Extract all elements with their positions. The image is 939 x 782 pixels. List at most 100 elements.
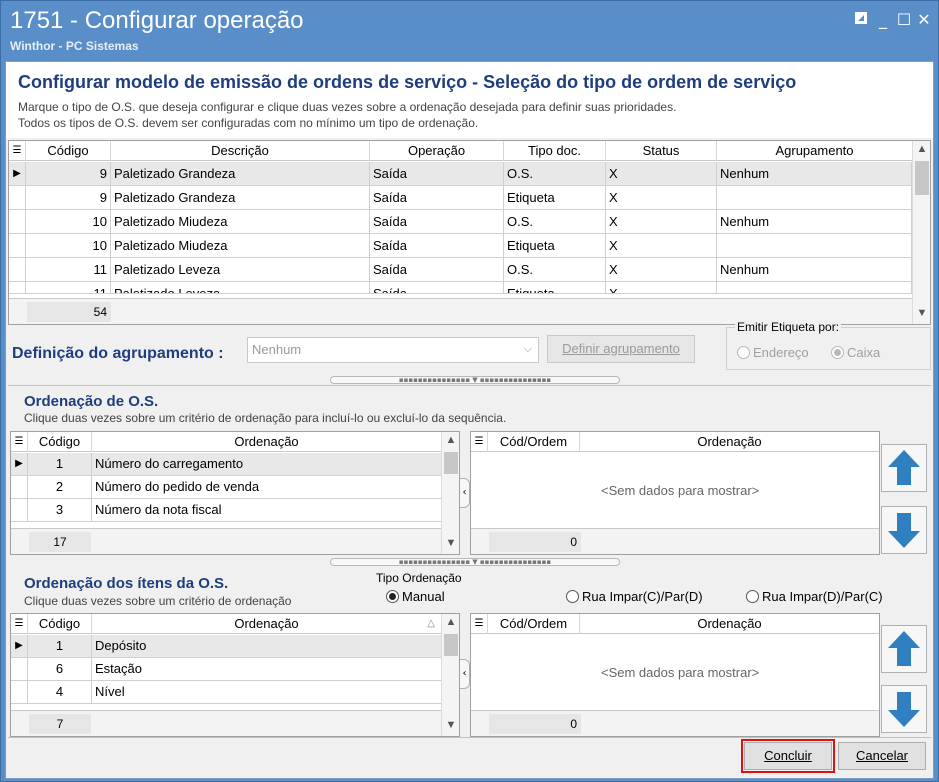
transfer-left-icon[interactable]: ‹	[460, 478, 470, 508]
maximize-icon[interactable]: ☐	[894, 11, 914, 29]
column-chooser-icon[interactable]: ☰	[471, 432, 488, 452]
cell-tipo-doc: O.S.	[504, 258, 606, 281]
os-criteria-scrollbar[interactable]: ▲ ▼	[441, 432, 459, 554]
table-row[interactable]: 10 Paletizado Miudeza Saída O.S. X Nenhum	[9, 210, 912, 234]
divider	[8, 385, 931, 386]
col-codigo[interactable]: Código	[26, 141, 111, 161]
scroll-thumb[interactable]	[444, 452, 458, 474]
cell-ordenacao: Número do pedido de venda	[95, 479, 260, 494]
col-descricao[interactable]: Descrição	[111, 141, 370, 161]
splitter-2[interactable]: ▪▪▪▪▪▪▪▪▪▪▪▪▪▪▪ ▼ ▪▪▪▪▪▪▪▪▪▪▪▪▪▪▪	[330, 558, 620, 566]
agrupamento-select-value: Nenhum	[252, 342, 302, 357]
cell-codigo: 3	[28, 499, 92, 521]
move-down-button[interactable]	[881, 506, 927, 554]
col-operacao[interactable]: Operação	[370, 141, 504, 161]
emitir-etiqueta-group: Emitir Etiqueta por: Endereço Caixa	[726, 320, 931, 370]
table-row[interactable]: 6 Estação	[11, 658, 441, 681]
col-codigo[interactable]: Código	[28, 432, 92, 452]
col-cod-ordem[interactable]: Cód/Ordem	[488, 614, 580, 634]
radio-endereco-label: Endereço	[753, 345, 809, 360]
scroll-up-icon[interactable]: ▲	[442, 616, 460, 628]
arrow-down-icon	[888, 692, 920, 727]
restore-icon[interactable]	[851, 11, 871, 29]
radio-rua-impar-d[interactable]: Rua Impar(D)/Par(C)	[746, 589, 883, 604]
definir-agrupamento-button[interactable]: Definir agrupamento	[547, 335, 695, 363]
os-selected-grid[interactable]: ☰ Cód/Ordem Ordenação <Sem dados para mo…	[470, 431, 880, 555]
splitter-1[interactable]: ▪▪▪▪▪▪▪▪▪▪▪▪▪▪▪ ▼ ▪▪▪▪▪▪▪▪▪▪▪▪▪▪▪	[330, 376, 620, 384]
row-indicator	[9, 186, 26, 209]
radio-endereco[interactable]: Endereço	[737, 345, 809, 360]
cancelar-button[interactable]: Cancelar	[838, 742, 926, 770]
cell-codigo: 1	[28, 635, 92, 657]
col-cod-ordem[interactable]: Cód/Ordem	[488, 432, 580, 452]
os-type-grid[interactable]: ☰ Código Descrição Operação Tipo doc. St…	[8, 140, 931, 325]
os-type-scrollbar[interactable]: ▲ ▼	[912, 141, 930, 324]
cell-status: X	[606, 258, 717, 281]
close-icon[interactable]: ✕	[914, 11, 934, 29]
column-chooser-icon[interactable]: ☰	[471, 614, 488, 634]
item-criteria-grid[interactable]: ☰ Código Ordenação △ ▶ 1 Depósito 6 Estação 4…	[10, 613, 460, 737]
row-indicator	[9, 234, 26, 257]
scroll-thumb[interactable]	[915, 161, 929, 195]
scroll-down-icon[interactable]: ▼	[442, 537, 460, 549]
row-count: 54	[27, 302, 111, 322]
move-up-button[interactable]	[881, 625, 927, 673]
cell-status: X	[606, 186, 717, 209]
column-chooser-icon[interactable]: ☰	[11, 614, 28, 634]
cell-tipo-doc: O.S.	[504, 210, 606, 233]
radio-caixa[interactable]: Caixa	[831, 345, 880, 360]
cell-operacao: Saída	[370, 282, 504, 293]
table-row[interactable]: 2 Número do pedido de venda	[11, 476, 441, 499]
scroll-down-icon[interactable]: ▼	[442, 719, 460, 731]
cell-codigo: 9	[26, 186, 111, 209]
row-count: 17	[29, 532, 91, 552]
header-instructions-2: Todos os tipos de O.S. devem ser configu…	[18, 116, 479, 130]
col-codigo[interactable]: Código	[28, 614, 92, 634]
col-tipo-doc[interactable]: Tipo doc.	[504, 141, 606, 161]
table-row[interactable]: 11 Paletizado Leveza Saída Etiqueta X	[9, 282, 912, 294]
scroll-down-icon[interactable]: ▼	[913, 307, 931, 319]
move-up-button[interactable]	[881, 444, 927, 492]
item-criteria-scrollbar[interactable]: ▲ ▼	[441, 614, 459, 736]
move-down-button[interactable]	[881, 685, 927, 733]
scroll-thumb[interactable]	[444, 634, 458, 656]
item-selected-grid[interactable]: ☰ Cód/Ordem Ordenação <Sem dados para mo…	[470, 613, 880, 737]
column-chooser-icon[interactable]: ☰	[11, 432, 28, 452]
radio-rua-impar-c[interactable]: Rua Impar(C)/Par(D)	[566, 589, 703, 604]
table-row[interactable]: 11 Paletizado Leveza Saída O.S. X Nenhum	[9, 258, 912, 282]
scroll-up-icon[interactable]: ▲	[442, 434, 460, 446]
scroll-up-icon[interactable]: ▲	[913, 143, 931, 155]
cell-codigo: 2	[28, 476, 92, 498]
table-row[interactable]: 10 Paletizado Miudeza Saída Etiqueta X	[9, 234, 912, 258]
table-row[interactable]: 4 Nível	[11, 681, 441, 704]
arrow-up-icon	[888, 631, 920, 666]
col-agrupamento[interactable]: Agrupamento	[717, 141, 912, 161]
cell-ordenacao: Estação	[95, 661, 142, 676]
col-ordenacao[interactable]: Ordenação △	[92, 614, 441, 634]
os-type-grid-header: ☰ Código Descrição Operação Tipo doc. St…	[9, 141, 912, 161]
cell-descricao: Paletizado Grandeza	[111, 186, 370, 209]
radio-manual[interactable]: Manual	[386, 589, 445, 604]
agrupamento-select[interactable]: Nenhum ⌵	[247, 337, 539, 363]
transfer-left-icon[interactable]: ‹	[460, 659, 470, 689]
os-criteria-grid[interactable]: ☰ Código Ordenação ▶ 1 Número do carregame…	[10, 431, 460, 555]
table-row[interactable]: ▶ 1 Depósito	[11, 635, 441, 658]
table-row[interactable]: 3 Número da nota fiscal	[11, 499, 441, 522]
col-status[interactable]: Status	[606, 141, 717, 161]
table-row[interactable]: ▶ 1 Número do carregamento	[11, 453, 441, 476]
os-selected-header: ☰ Cód/Ordem Ordenação	[471, 432, 879, 452]
chevron-down-icon[interactable]: ⌵	[524, 342, 532, 356]
col-ordenacao[interactable]: Ordenação	[580, 614, 879, 634]
concluir-button[interactable]: Concluir	[741, 739, 835, 773]
cell-codigo: 10	[26, 234, 111, 257]
cell-agrupamento	[717, 186, 912, 209]
column-chooser-icon[interactable]: ☰	[9, 141, 26, 161]
table-row[interactable]: ▶ 9 Paletizado Grandeza Saída O.S. X Nenhum	[9, 162, 912, 186]
minimize-icon[interactable]: _	[873, 11, 893, 29]
table-row[interactable]: 9 Paletizado Grandeza Saída Etiqueta X	[9, 186, 912, 210]
radio-rua-impar-c-label: Rua Impar(C)/Par(D)	[582, 589, 703, 604]
cell-agrupamento: Nenhum	[717, 210, 912, 233]
col-ordenacao[interactable]: Ordenação	[92, 432, 441, 452]
empty-message: <Sem dados para mostrar>	[601, 483, 760, 498]
col-ordenacao[interactable]: Ordenação	[580, 432, 879, 452]
